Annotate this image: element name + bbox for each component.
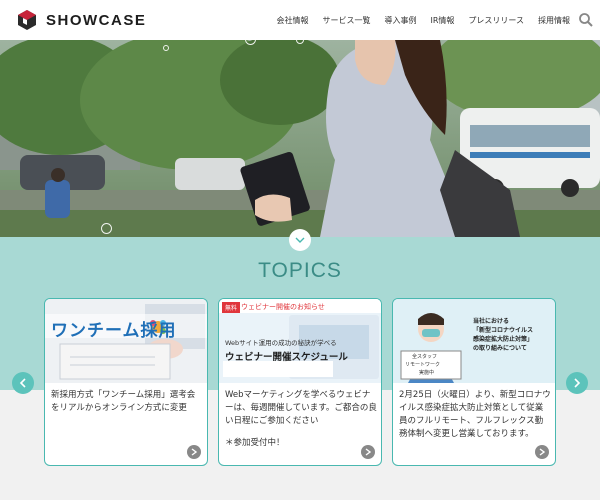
hero-image — [0, 40, 600, 237]
logo-mark-icon — [18, 10, 36, 30]
chevron-right-icon — [539, 448, 545, 456]
chevron-right-icon — [365, 448, 371, 456]
decorative-dot — [101, 223, 112, 234]
topic-card[interactable]: ワンチーム採用 新採用方式「ワンチーム採用」選考会をリアルからオンライン方式に変… — [44, 298, 208, 466]
card-arrow-button[interactable] — [535, 445, 549, 459]
nav-services[interactable]: サービス一覧 — [322, 15, 370, 26]
search-icon[interactable] — [578, 12, 594, 28]
card-image-title: ワンチーム採用 — [51, 321, 177, 341]
card-arrow-button[interactable] — [361, 445, 375, 459]
chevron-right-icon — [191, 448, 197, 456]
scroll-down-button[interactable] — [289, 229, 311, 251]
card-note: ＊参加受付中！ — [225, 438, 285, 448]
chevron-left-icon — [19, 378, 26, 388]
free-badge: 無料 — [222, 302, 241, 313]
brand-logo[interactable]: SHOWCASE — [16, 9, 146, 31]
topics-title: TOPICS — [258, 259, 342, 282]
card-image-header: ウェビナー開催のお知らせ — [241, 303, 325, 311]
caption-line-2: 「新型コロナウイルス — [473, 327, 534, 334]
card-image: 無料 ウェビナー開催のお知らせ Webサイト運用の成功の秘訣が学べる ウェビナー… — [219, 299, 381, 383]
caption-line-3: 感染症拡大防止対策」 — [473, 336, 534, 343]
nav-recruit[interactable]: 採用情報 — [538, 15, 570, 26]
chevron-down-icon — [295, 237, 305, 243]
card-image: ワンチーム採用 — [45, 299, 207, 383]
card-body: 新採用方式「ワンチーム採用」選考会をリアルからオンライン方式に変更 — [51, 390, 196, 413]
card-image-caption: 当社における 「新型コロナウイルス 感染症拡大防止対策」 の取り組みについて — [473, 317, 533, 353]
card-image: 全スタッフ リモートワーク 実施中 当社における 「新型コロナウイルス 感染症拡… — [393, 299, 555, 383]
slider-next-button[interactable] — [566, 372, 588, 394]
site-header: SHOWCASE 会社情報 サービス一覧 導入事例 IR情報 プレスリリース 採… — [0, 0, 600, 40]
card-image-subtitle: Webサイト運用の成功の秘訣が学べる — [225, 339, 337, 347]
nav-press[interactable]: プレスリリース — [468, 15, 524, 26]
card-body: Webマーケティングを学べるウェビナーは、毎週開催しています。ご都合の良い日程に… — [225, 390, 377, 426]
main-nav: 会社情報 サービス一覧 導入事例 IR情報 プレスリリース 採用情報 — [262, 0, 570, 40]
brand-name: SHOWCASE — [46, 11, 147, 29]
nav-ir[interactable]: IR情報 — [430, 15, 454, 26]
caption-line-1: 当社における — [473, 318, 510, 325]
remote-sign-line-1: 全スタッフ — [412, 354, 438, 360]
card-image-title: ウェビナー開催スケジュール — [225, 352, 348, 363]
card-arrow-button[interactable] — [187, 445, 201, 459]
nav-company[interactable]: 会社情報 — [276, 15, 308, 26]
topic-card[interactable]: 全スタッフ リモートワーク 実施中 当社における 「新型コロナウイルス 感染症拡… — [392, 298, 556, 466]
card-body: 2月25日（火曜日）より、新型コロナウイルス感染症拡大防止対策として従業員のフル… — [399, 390, 551, 439]
chevron-right-icon — [574, 378, 581, 388]
topic-card[interactable]: 無料 ウェビナー開催のお知らせ Webサイト運用の成功の秘訣が学べる ウェビナー… — [218, 298, 382, 466]
decorative-dot — [163, 45, 169, 51]
slider-prev-button[interactable] — [12, 372, 34, 394]
nav-cases[interactable]: 導入事例 — [384, 15, 416, 26]
remote-sign-line-2: リモートワーク — [405, 362, 441, 368]
card-image-illustration — [45, 299, 207, 383]
remote-sign-line-3: 実施中 — [419, 370, 435, 376]
hero-illustration — [0, 40, 600, 237]
caption-line-4: の取り組みについて — [473, 345, 527, 352]
